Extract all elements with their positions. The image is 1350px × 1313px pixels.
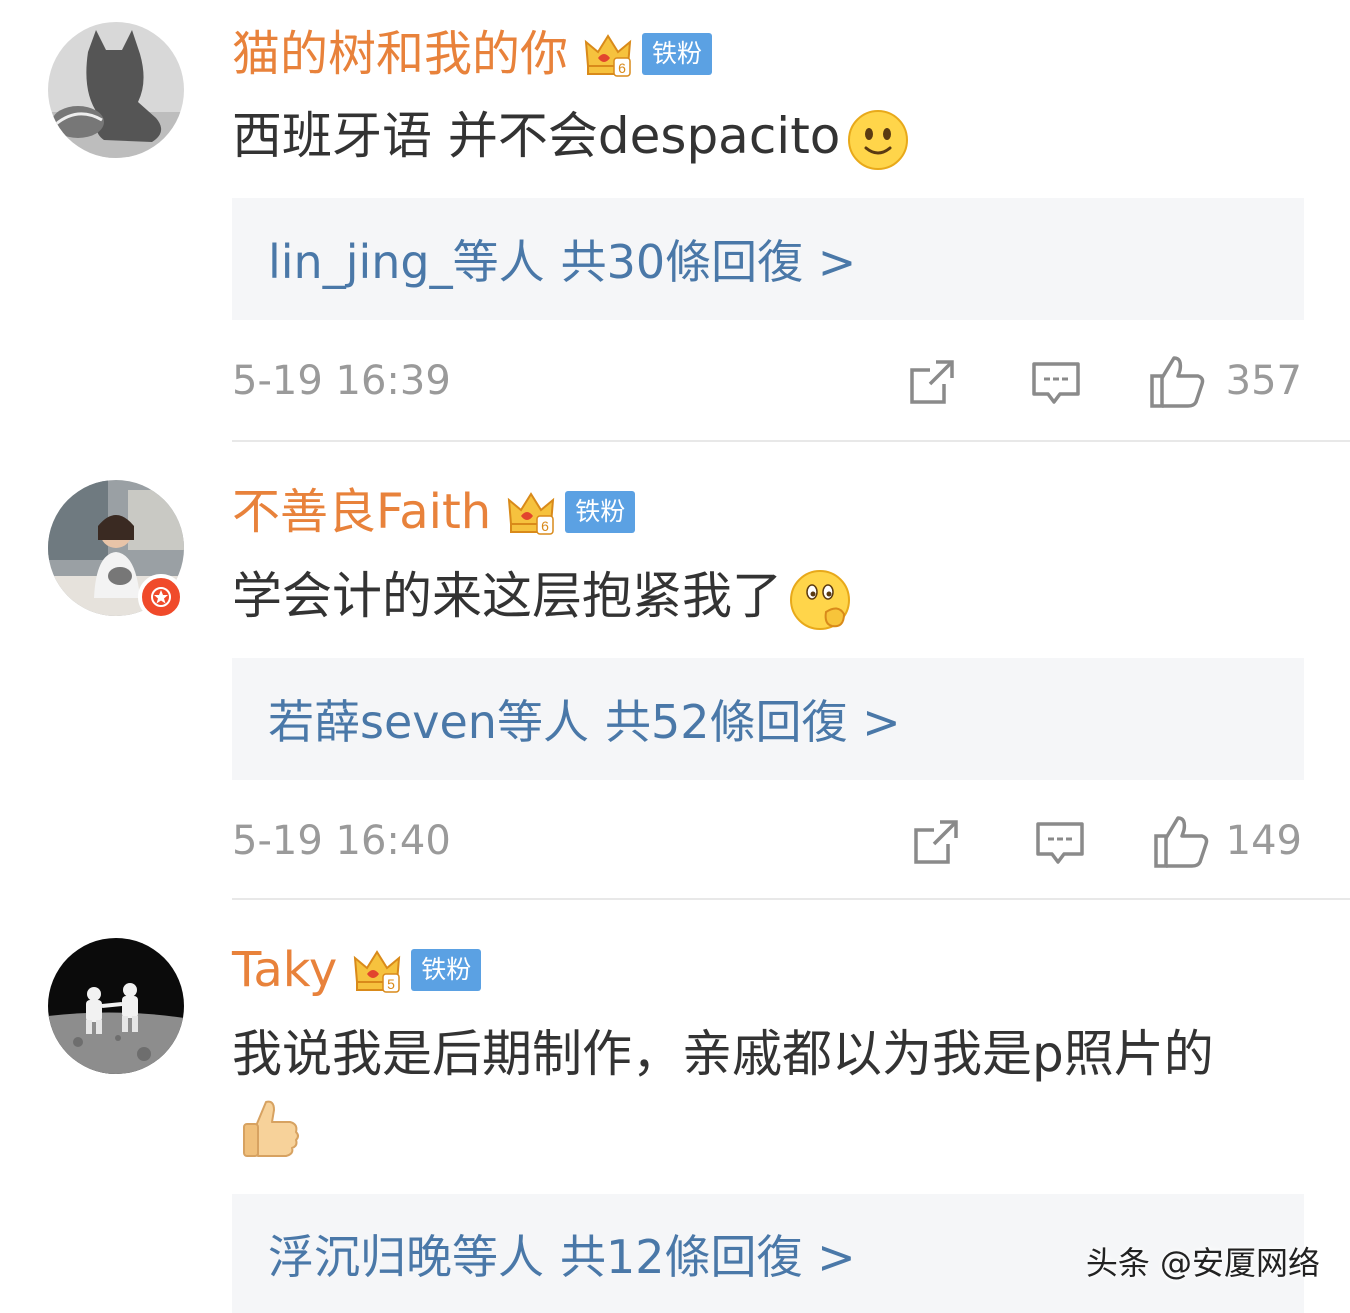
share-icon[interactable] xyxy=(906,356,958,408)
svg-text:6: 6 xyxy=(541,518,549,534)
comment-icon[interactable] xyxy=(1030,356,1082,408)
timestamp: 5-19 16:39 xyxy=(232,358,451,404)
name-row: 不善良Faith 6 铁粉 xyxy=(232,480,636,544)
meta-row: 5-19 16:40 149 xyxy=(232,806,1304,876)
vip-crown-icon: 6 xyxy=(508,492,555,535)
like-count: 149 xyxy=(1225,818,1302,864)
avatar[interactable] xyxy=(48,22,184,158)
reply-count: 共12條回復 > xyxy=(560,1229,856,1284)
vip-crown-icon: 6 xyxy=(584,34,632,77)
comment-body: 我说我是后期制作，亲戚都以为我是p照片的 xyxy=(232,1025,1214,1083)
username[interactable]: 不善良Faith xyxy=(232,480,491,544)
divider xyxy=(232,898,1350,900)
comment-text: 学会计的来这层抱紧我了 xyxy=(232,554,1312,638)
reply-summary[interactable]: 若薛seven等人 共52條回復 > xyxy=(232,658,1304,780)
share-icon[interactable] xyxy=(910,816,962,868)
comment-text: 西班牙语 并不会despacito xyxy=(232,94,1312,178)
divider xyxy=(232,440,1350,442)
like-icon[interactable] xyxy=(1152,812,1210,870)
reply-summary-text[interactable]: 若薛seven等人 共52條回復 > xyxy=(268,686,901,752)
watermark: 头条 @安厦网络 xyxy=(1085,1244,1320,1282)
like-icon[interactable] xyxy=(1148,352,1206,410)
reply-summary-text[interactable]: lin_jing_等人 共30條回復 > xyxy=(268,226,856,292)
comment-body: 西班牙语 并不会despacito xyxy=(232,107,841,165)
meta-row: 5-19 16:39 357 xyxy=(232,346,1304,416)
thinking-emoji xyxy=(790,569,850,630)
comment-icon[interactable] xyxy=(1034,816,1086,868)
fan-badge: 铁粉 xyxy=(411,949,482,991)
reply-summary-text[interactable]: 浮沉归晚等人 共12條回復 > xyxy=(268,1221,856,1287)
fan-badge: 铁粉 xyxy=(565,491,636,533)
name-row: 猫的树和我的你 6 铁粉 xyxy=(232,22,713,86)
username[interactable]: 猫的树和我的你 xyxy=(232,22,568,86)
comment-text: 我说我是后期制作，亲戚都以为我是p照片的 xyxy=(232,1012,1312,1096)
reply-count: 共52條回復 > xyxy=(604,695,901,749)
timestamp: 5-19 16:40 xyxy=(232,818,451,864)
fan-badge: 铁粉 xyxy=(642,33,713,75)
reply-summary[interactable]: lin_jing_等人 共30條回復 > xyxy=(232,198,1304,320)
name-row: Taky 5 铁粉 xyxy=(232,938,482,1002)
reply-count: 共30條回復 > xyxy=(560,235,857,289)
svg-text:6: 6 xyxy=(618,60,626,76)
reply-names: 若薛seven等人 xyxy=(268,695,589,749)
reply-names: lin_jing_等人 xyxy=(268,235,545,289)
thumbs-up-emoji xyxy=(243,1100,299,1157)
verified-star-icon xyxy=(138,574,184,620)
avatar[interactable] xyxy=(48,938,184,1074)
like-count: 357 xyxy=(1225,358,1302,404)
comment-body: 学会计的来这层抱紧我了 xyxy=(232,567,782,625)
svg-text:5: 5 xyxy=(387,976,395,992)
username[interactable]: Taky xyxy=(232,938,337,1002)
vip-crown-icon: 5 xyxy=(354,950,401,993)
reply-names: 浮沉归晚等人 xyxy=(268,1229,544,1284)
smile-emoji xyxy=(848,109,909,170)
